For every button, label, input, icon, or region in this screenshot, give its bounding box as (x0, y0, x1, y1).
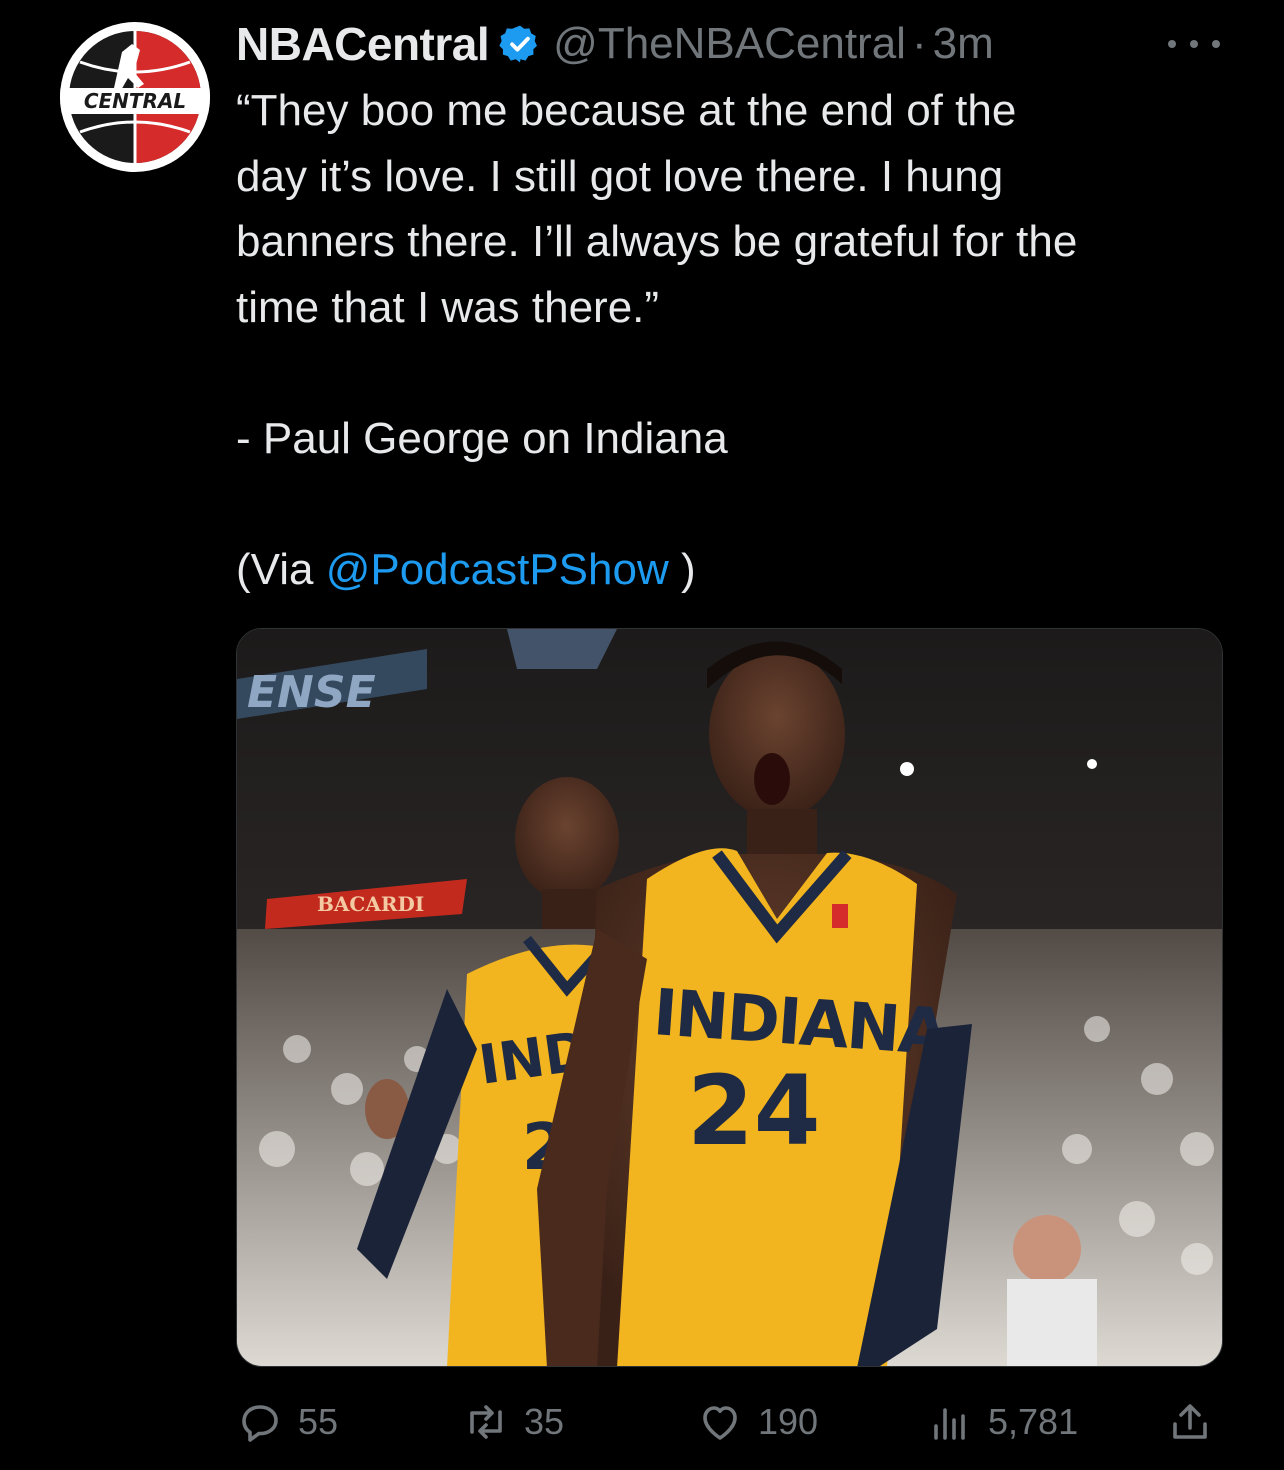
tweet-timestamp[interactable]: 3m (933, 19, 994, 69)
reply-count: 55 (298, 1401, 339, 1442)
views-button[interactable]: 5,781 (926, 1392, 1078, 1452)
like-count: 190 (758, 1401, 819, 1442)
via-prefix: (Via (236, 544, 326, 594)
arena-sign: ENSE (247, 667, 376, 718)
quote-line: “They boo me because at the end of the (236, 86, 1017, 135)
more-icon[interactable] (1168, 24, 1220, 64)
quote-line: banners there. I’ll always be grateful f… (236, 217, 1078, 266)
retweet-icon (470, 1405, 502, 1439)
jersey-number: 24 (687, 1055, 821, 1167)
avatar-text: CENTRAL (84, 89, 186, 113)
author-name[interactable]: NBACentral (236, 17, 490, 71)
retweet-count: 35 (524, 1401, 565, 1442)
arena-ad: BACARDI (317, 892, 424, 916)
via-line: (Via @PodcastPShow ) (236, 537, 1236, 603)
views-icon (934, 1408, 965, 1440)
share-icon (1173, 1404, 1207, 1439)
avatar[interactable]: CENTRAL (60, 22, 210, 172)
verified-icon (499, 25, 538, 63)
header-separator: · (911, 19, 927, 68)
mention-link[interactable]: @PodcastPShow (326, 545, 669, 594)
nba-central-logo: CENTRAL (60, 24, 210, 170)
basketball-photo: ENSE BACARDI INDI 2 INDIANA 24 (237, 629, 1222, 1366)
view-count: 5,781 (988, 1401, 1079, 1442)
author-handle[interactable]: @TheNBACentral (553, 19, 906, 69)
reply-button[interactable]: 55 (236, 1392, 338, 1452)
attribution: - Paul George on Indiana (236, 413, 728, 463)
quote-line: time that I was there.” (236, 282, 660, 332)
like-icon (703, 1406, 737, 1440)
tweet-header: NBACentral @TheNBACentral · 3m (236, 16, 994, 72)
retweet-button[interactable]: 35 (462, 1392, 564, 1452)
quote-line: day it’s love. I still got love there. I… (236, 151, 1004, 201)
tweet-photo[interactable]: ENSE BACARDI INDI 2 INDIANA 24 (236, 628, 1223, 1367)
share-button[interactable] (1166, 1392, 1228, 1452)
reply-icon (242, 1405, 278, 1442)
tweet-actions: 55 35 190 5,781 (236, 1392, 1221, 1452)
via-suffix: ) (668, 544, 696, 594)
like-button[interactable]: 190 (696, 1392, 818, 1452)
tweet-text: “They boo me because at the end of the d… (236, 78, 1236, 602)
